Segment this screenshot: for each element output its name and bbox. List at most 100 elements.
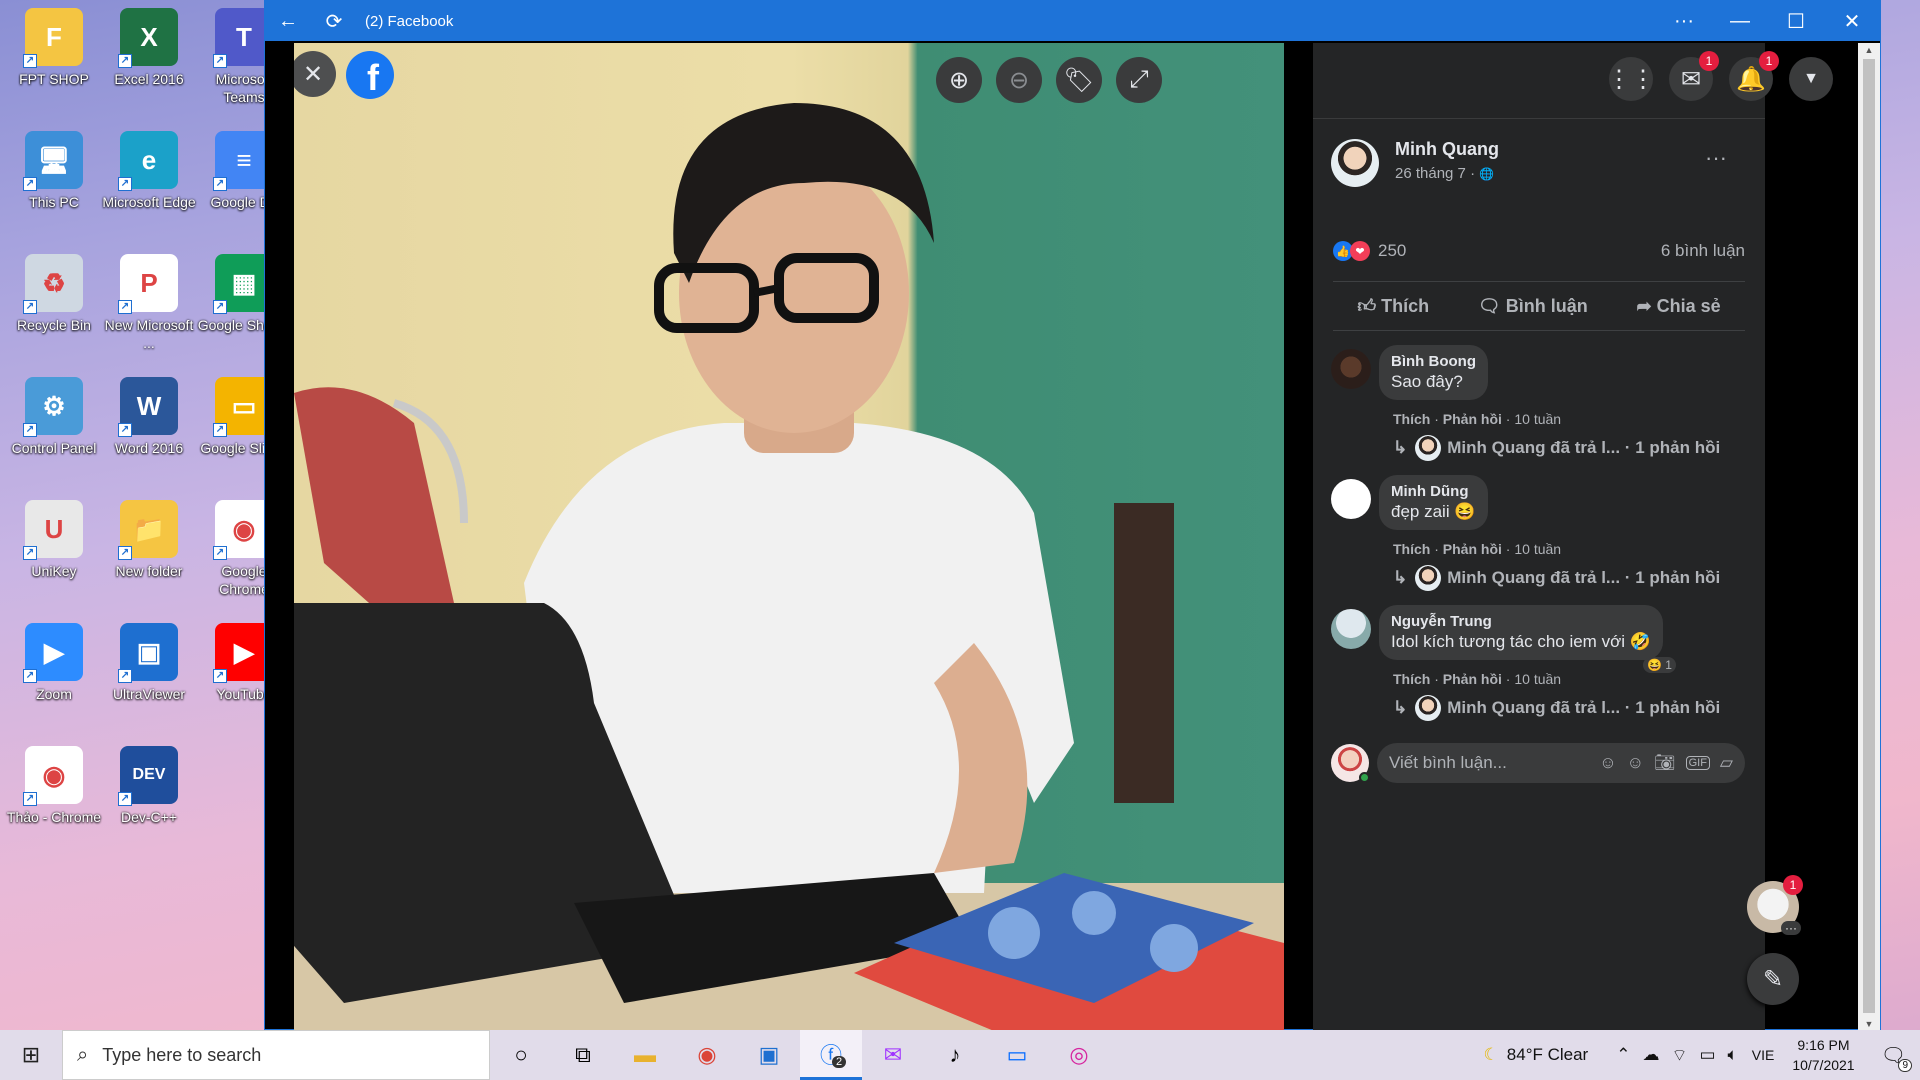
comment-like-link[interactable]: Thích xyxy=(1393,411,1430,427)
comment-count[interactable]: 6 bình luận xyxy=(1661,241,1745,261)
refresh-button[interactable]: ⟳ xyxy=(311,1,357,41)
comment-age[interactable]: 10 tuần xyxy=(1514,541,1561,557)
battery-icon[interactable]: ▭ xyxy=(1699,1045,1715,1065)
taskbar-file-explorer[interactable]: ▬ xyxy=(614,1030,676,1080)
start-button[interactable]: ⊞ xyxy=(0,1030,62,1080)
tag-button[interactable]: 🏷 xyxy=(1056,57,1102,103)
app-icon: X ↗ xyxy=(118,8,178,68)
camera-icon[interactable]: 📷︎ xyxy=(1654,753,1676,773)
desktop-icon[interactable]: 🖥 ↗ This PC xyxy=(6,131,102,211)
post-date[interactable]: 26 tháng 7 · xyxy=(1395,165,1479,182)
comment-like-link[interactable]: Thích xyxy=(1393,541,1430,557)
commenter-avatar[interactable] xyxy=(1331,479,1371,519)
sticker-icon[interactable]: ▱ xyxy=(1720,753,1733,773)
zoom-in-button[interactable]: ⊕ xyxy=(936,57,982,103)
more-button[interactable]: ··· xyxy=(1656,1,1712,41)
author-name[interactable]: Minh Quang xyxy=(1395,139,1499,160)
share-button[interactable]: ➦ Chia sẻ xyxy=(1637,296,1721,317)
facebook-logo[interactable]: f xyxy=(346,51,394,99)
desktop-icon[interactable]: ▶ ↗ Zoom xyxy=(6,623,102,703)
taskbar-tiktok[interactable]: ♪ xyxy=(924,1030,986,1080)
author-avatar[interactable] xyxy=(1331,139,1379,187)
notifications-button[interactable]: 🔔 1 xyxy=(1729,51,1779,101)
action-center-button[interactable]: 🗨 9 xyxy=(1881,1043,1912,1072)
desktop-icon[interactable]: U ↗ UniKey xyxy=(6,500,102,580)
comment-button[interactable]: 🗨 Bình luận xyxy=(1478,296,1588,317)
comment-reply-link[interactable]: Phản hồi xyxy=(1443,541,1502,557)
taskbar-chrome[interactable]: ◉ xyxy=(676,1030,738,1080)
comment-age[interactable]: 10 tuần xyxy=(1514,671,1561,687)
view-replies[interactable]: ↳ Minh Quang đã trả l... · 1 phản hồi xyxy=(1393,435,1720,461)
desktop-icon[interactable]: W ↗ Word 2016 xyxy=(101,377,197,457)
wifi-icon[interactable]: ⌔ xyxy=(1671,1045,1687,1066)
commenter-name[interactable]: Nguyễn Trung xyxy=(1391,613,1651,630)
emoji-icon[interactable]: ☺ xyxy=(1627,753,1644,773)
bell-icon: 🔔 xyxy=(1736,65,1766,93)
globe-icon: 🌐 xyxy=(1479,167,1495,181)
replier-avatar xyxy=(1415,435,1442,461)
menu-button[interactable]: ⋮⋮ xyxy=(1607,57,1655,101)
avatar-sticker-icon[interactable]: ☺ xyxy=(1599,753,1616,773)
minimize-button[interactable]: — xyxy=(1712,1,1768,41)
desktop-icon[interactable]: ▣ ↗ UltraViewer xyxy=(101,623,197,703)
desktop-icon[interactable]: ♻ ↗ Recycle Bin xyxy=(6,254,102,334)
comment-bubble: Nguyễn Trung Idol kích tương tác cho iem … xyxy=(1379,605,1663,660)
view-replies[interactable]: ↳ Minh Quang đã trả l... · 1 phản hồi xyxy=(1393,695,1720,721)
taskbar-instagram[interactable]: ◎ xyxy=(1048,1030,1110,1080)
taskbar-zalo[interactable]: ▭ xyxy=(986,1030,1048,1080)
commenter-name[interactable]: Minh Dũng xyxy=(1391,483,1476,500)
my-avatar[interactable] xyxy=(1331,744,1370,783)
desktop-icon[interactable]: e ↗ Microsoft Edge xyxy=(101,131,197,211)
chat-head[interactable]: 1 ··· xyxy=(1747,875,1803,935)
post-meta: 26 tháng 7 · 🌐 xyxy=(1395,165,1494,182)
comment-input[interactable]: Viết bình luận... ☺ ☺ 📷︎ GIF ▱ xyxy=(1377,743,1745,783)
desktop-icon[interactable]: DEV ↗ Dev-C++ xyxy=(101,746,197,826)
window-scrollbar[interactable]: ▲ ▼ xyxy=(1858,43,1880,1031)
reaction-count[interactable]: 250 xyxy=(1378,241,1406,261)
maximize-button[interactable]: ☐ xyxy=(1768,1,1824,41)
comment-like-link[interactable]: Thích xyxy=(1393,671,1430,687)
weather[interactable]: 84°F Clear xyxy=(1507,1045,1588,1065)
taskbar-facebook[interactable]: ⓕ 2 xyxy=(800,1030,862,1080)
zoom-out-button[interactable]: ⊖ xyxy=(996,57,1042,103)
post-options-button[interactable]: ··· xyxy=(1705,145,1727,171)
desktop-icon[interactable]: P ↗ New Microsoft ... xyxy=(101,254,197,352)
desktop-icon[interactable]: ⚙ ↗ Control Panel xyxy=(6,377,102,457)
commenter-avatar[interactable] xyxy=(1331,609,1371,649)
tray-expand-icon[interactable]: ⌃ xyxy=(1616,1045,1630,1065)
onedrive-icon[interactable]: ☁ xyxy=(1642,1045,1659,1065)
fullscreen-button[interactable]: ⤢ xyxy=(1116,57,1162,103)
like-button[interactable]: 👍︎ Thích xyxy=(1357,295,1429,317)
clock[interactable]: 9:16 PM 10/7/2021 xyxy=(1792,1035,1854,1075)
comment-icon: 🗨 xyxy=(1477,295,1506,316)
scroll-thumb[interactable] xyxy=(1863,59,1875,1013)
taskbar-search[interactable]: ⌕ Type here to search xyxy=(62,1030,490,1080)
account-button[interactable]: ▼ xyxy=(1789,57,1833,101)
taskbar-messenger[interactable]: ✉ xyxy=(862,1030,924,1080)
commenter-avatar[interactable] xyxy=(1331,349,1371,389)
gif-icon[interactable]: GIF xyxy=(1685,756,1710,770)
comment-reply-link[interactable]: Phản hồi xyxy=(1443,411,1502,427)
scroll-down-icon[interactable]: ▼ xyxy=(1858,1019,1880,1029)
desktop-icon[interactable]: ◉ ↗ Thảo - Chrome xyxy=(6,746,102,826)
task-view-button[interactable]: ⧉ xyxy=(552,1030,614,1080)
love-reaction-icon: ❤ xyxy=(1350,241,1370,261)
commenter-name[interactable]: Bình Boong xyxy=(1391,353,1476,370)
chat-head-more-icon: ··· xyxy=(1781,921,1801,935)
desktop-icon[interactable]: 📁 ↗ New folder xyxy=(101,500,197,580)
back-button[interactable]: ← xyxy=(265,1,311,41)
scroll-up-icon[interactable]: ▲ xyxy=(1858,45,1880,55)
cortana-button[interactable]: ○ xyxy=(490,1030,552,1080)
comment-reaction[interactable]: 😆 1 xyxy=(1643,657,1676,673)
close-window-button[interactable]: ✕ xyxy=(1824,1,1880,41)
comment-age[interactable]: 10 tuần xyxy=(1514,411,1561,427)
language[interactable]: VIE xyxy=(1752,1047,1775,1063)
view-replies[interactable]: ↳ Minh Quang đã trả l... · 1 phản hồi xyxy=(1393,565,1720,591)
comment-reply-link[interactable]: Phản hồi xyxy=(1443,671,1502,687)
desktop-icon[interactable]: X ↗ Excel 2016 xyxy=(101,8,197,88)
new-message-button[interactable]: ✎ xyxy=(1747,953,1799,1005)
volume-icon[interactable]: 🔈︎ xyxy=(1728,1045,1738,1065)
messenger-button[interactable]: ✉ 1 xyxy=(1669,51,1719,101)
taskbar-ultraviewer[interactable]: ▣ xyxy=(738,1030,800,1080)
desktop-icon[interactable]: F ↗ FPT SHOP xyxy=(6,8,102,88)
